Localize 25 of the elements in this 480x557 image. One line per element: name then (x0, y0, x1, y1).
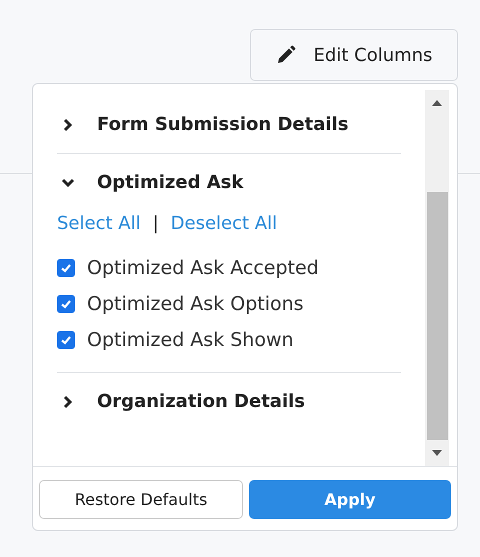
column-label: Optimized Ask Shown (87, 329, 294, 351)
chevron-right-icon (61, 118, 75, 132)
scrollbar-thumb[interactable] (426, 192, 448, 440)
select-all-link[interactable]: Select All (57, 213, 141, 234)
column-label: Optimized Ask Options (87, 293, 304, 315)
apply-button[interactable]: Apply (249, 480, 451, 519)
chevron-right-icon (61, 394, 75, 408)
checkmark-icon (60, 262, 72, 274)
restore-defaults-button[interactable]: Restore Defaults (39, 480, 243, 519)
scroll-down-icon[interactable] (432, 450, 442, 456)
pencil-icon (276, 45, 296, 65)
scrollbar[interactable] (425, 90, 449, 466)
edit-columns-button[interactable]: Edit Columns (250, 29, 458, 81)
scroll-up-icon[interactable] (432, 100, 442, 106)
deselect-all-link[interactable]: Deselect All (170, 213, 278, 234)
checkbox[interactable] (57, 331, 75, 349)
checkbox[interactable] (57, 295, 75, 313)
separator: | (152, 213, 159, 234)
section-header[interactable]: Form Submission Details (57, 110, 348, 139)
checkmark-icon (60, 334, 72, 346)
section-header[interactable]: Optimized Ask (57, 168, 244, 197)
column-label: Optimized Ask Accepted (87, 257, 319, 279)
checkbox[interactable] (57, 259, 75, 277)
section-header[interactable]: Organization Details (57, 387, 305, 416)
checkmark-icon (60, 298, 72, 310)
